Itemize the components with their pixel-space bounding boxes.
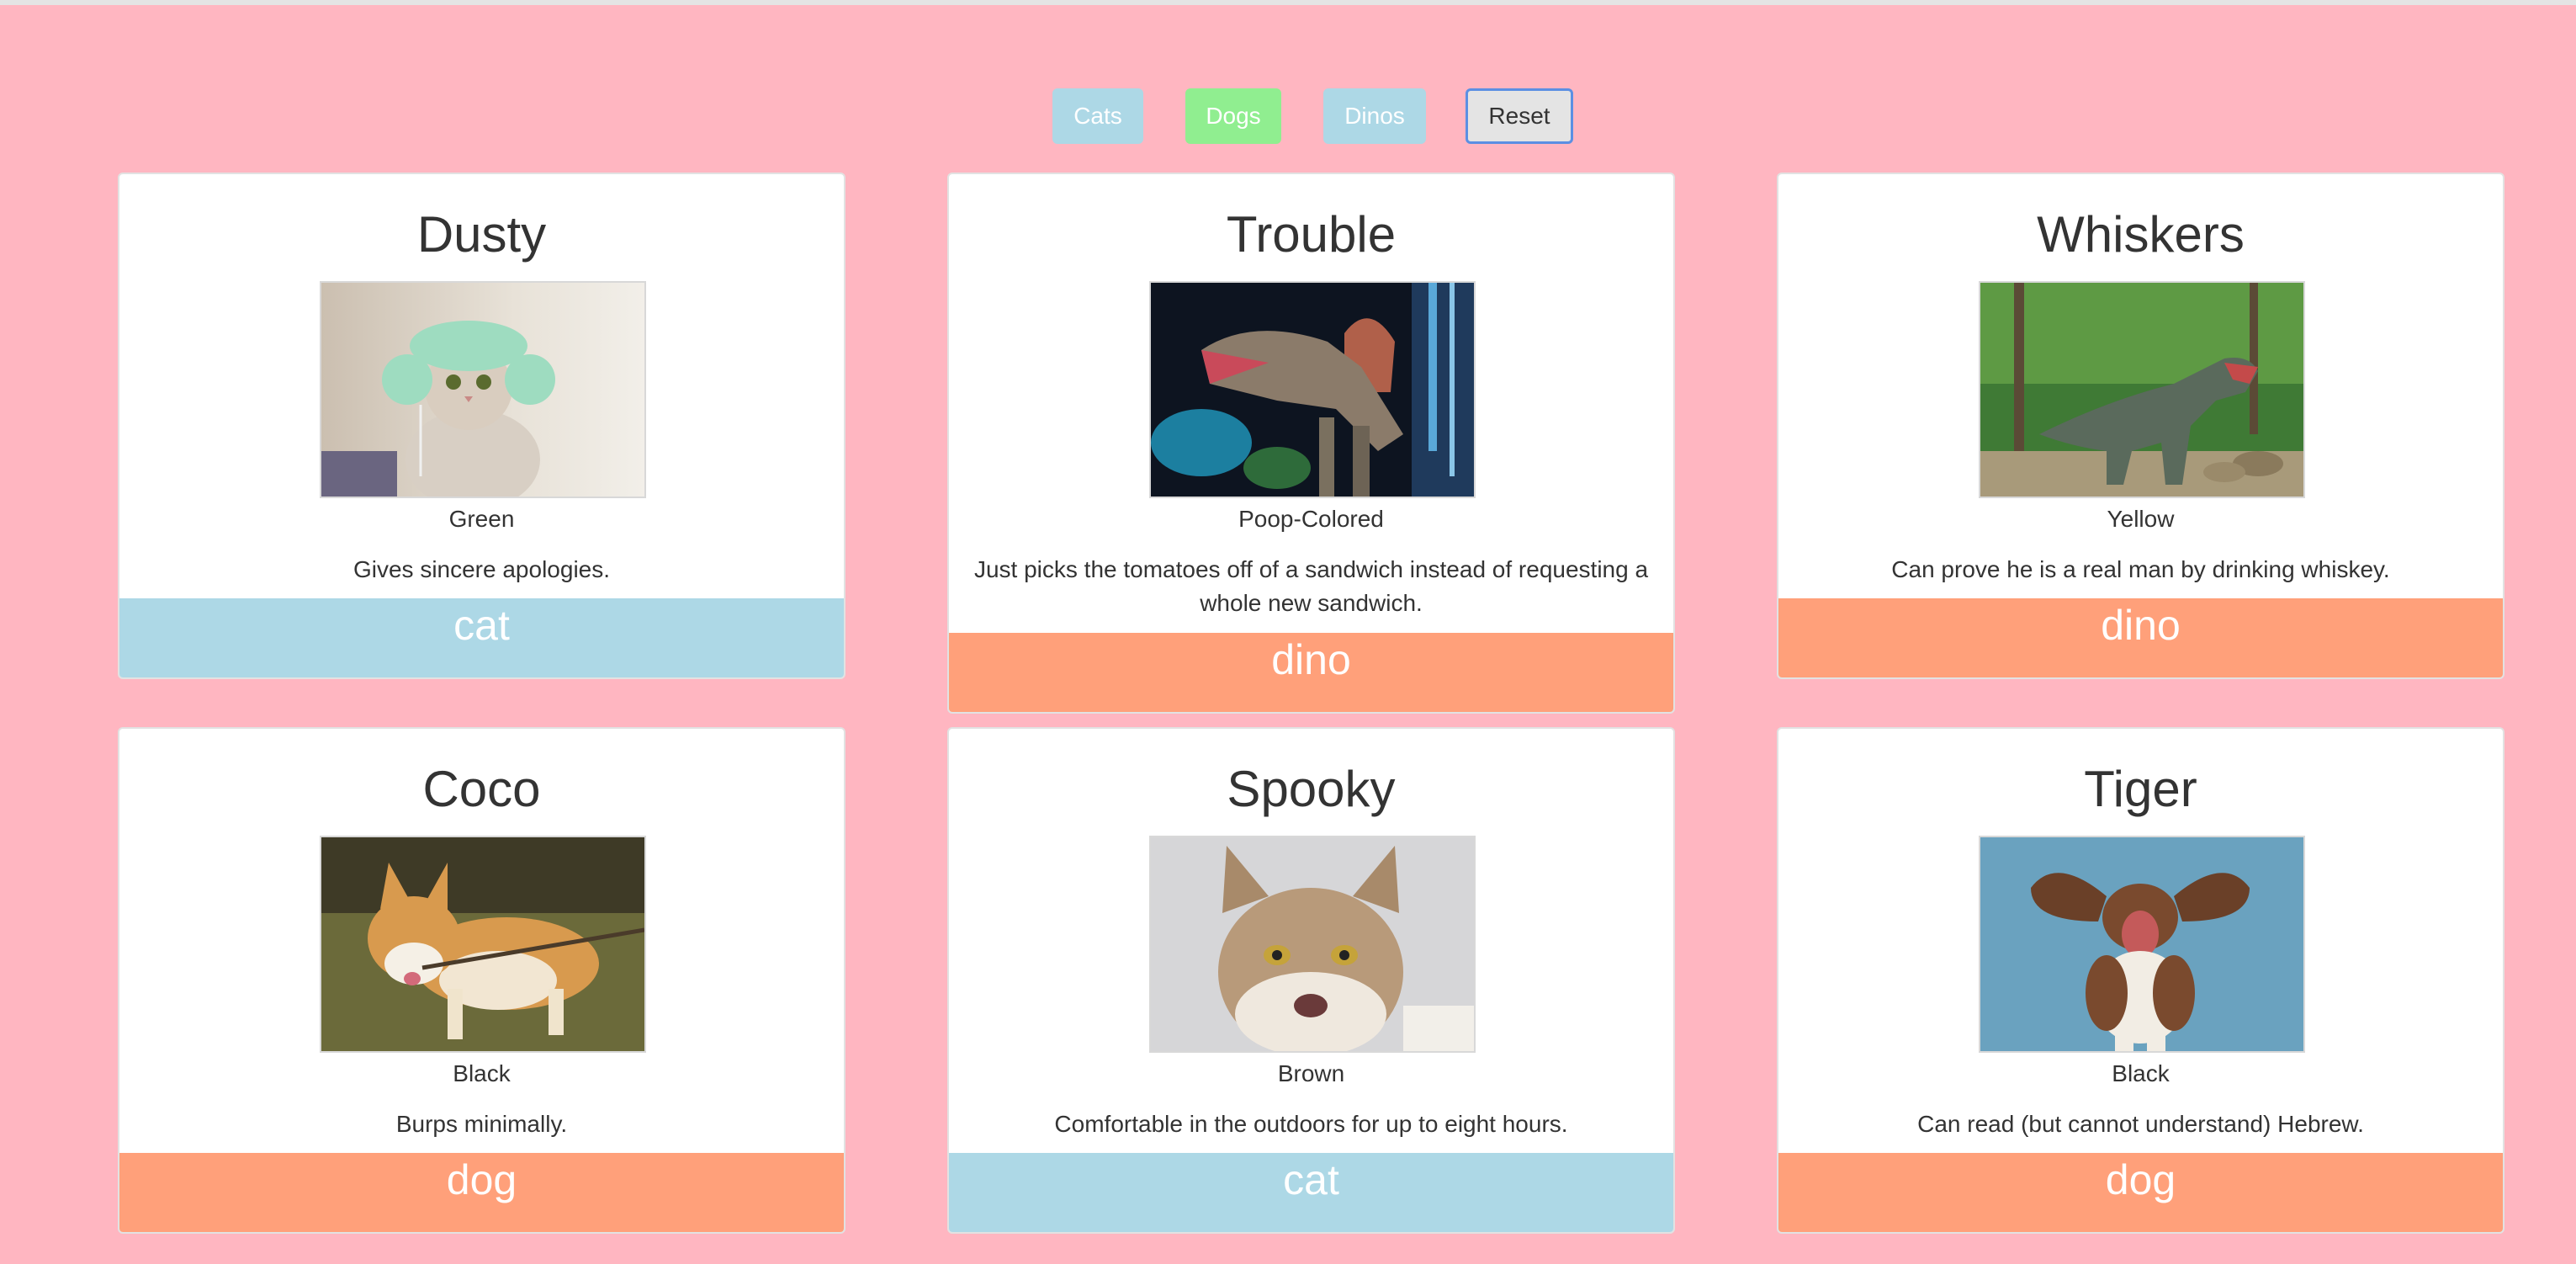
cats-filter-button[interactable]: Cats — [1052, 88, 1143, 144]
top-border — [0, 0, 2576, 5]
pet-card: Coco Black Burps minimally. dog — [118, 727, 845, 1234]
pet-color: Poop-Colored — [1238, 506, 1384, 532]
pet-photo-maine-coon-cat — [1149, 836, 1476, 1053]
pet-card: Spooky Brown Comfortable in the outdoors… — [947, 727, 1675, 1234]
pet-name: Spooky — [1227, 761, 1396, 817]
dinos-filter-button[interactable]: Dinos — [1323, 88, 1426, 144]
pet-name: Tiger — [2084, 761, 2197, 817]
pet-name: Whiskers — [2037, 206, 2245, 263]
pet-type-tag: dino — [949, 633, 1673, 712]
pet-photo-t-rex-statue-forest — [1979, 281, 2305, 498]
pet-color: Green — [448, 506, 515, 532]
pet-type-tag: dog — [1778, 1153, 2503, 1232]
pet-type-tag: dog — [119, 1153, 844, 1232]
pet-photo-cat-with-knit-hat — [320, 281, 646, 498]
pet-description: Can prove he is a real man by drinking w… — [1891, 556, 2390, 582]
pet-photo-basset-hound-flying-ears — [1979, 836, 2305, 1053]
pet-card: Trouble Poop-Colored Just picks the toma… — [947, 173, 1675, 714]
pet-card: Tiger Black Can read (but cannot underst… — [1777, 727, 2504, 1234]
pet-type-tag: cat — [119, 598, 844, 677]
dogs-filter-button[interactable]: Dogs — [1185, 88, 1281, 144]
pet-type-tag: dino — [1778, 598, 2503, 677]
pet-card: Whiskers Yellow Can prove he is a real m… — [1777, 173, 2504, 679]
pet-photo-spinosaurus-model — [1149, 281, 1476, 498]
pet-name: Dusty — [416, 206, 547, 263]
pet-color: Black — [453, 1060, 511, 1086]
pet-description: Gives sincere apologies. — [352, 556, 611, 582]
pet-color: Black — [2112, 1060, 2170, 1086]
pet-description: Just picks the tomatoes off of a sandwic… — [973, 556, 1649, 616]
pet-description: Burps minimally. — [395, 1111, 568, 1137]
pet-card: Dusty Green Gives sincere apologies. cat — [118, 173, 845, 679]
pet-type-tag: cat — [949, 1153, 1673, 1232]
pet-color: Brown — [1277, 1060, 1345, 1086]
pet-description: Comfortable in the outdoors for up to ei… — [1054, 1111, 1568, 1137]
reset-button[interactable]: Reset — [1466, 88, 1573, 144]
pet-name: Trouble — [1226, 206, 1397, 263]
pet-photo-corgi-with-stick — [320, 836, 646, 1053]
pet-description: Can read (but cannot understand) Hebrew. — [1917, 1111, 2364, 1137]
filter-bar: Cats Dogs Dinos Reset — [0, 88, 2576, 147]
pet-color: Yellow — [2107, 506, 2175, 532]
pet-name: Coco — [422, 761, 541, 817]
